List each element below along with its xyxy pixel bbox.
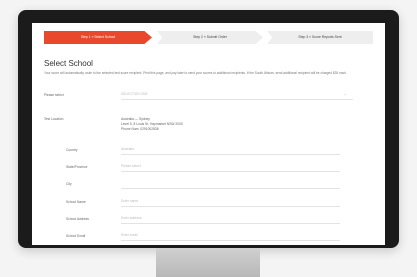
step-submit-order[interactable]: Step 2 » Submit Order: [157, 31, 263, 44]
state-input[interactable]: Please select: [121, 161, 340, 172]
progress-steps: Step 1 » Select School Step 2 » Submit O…: [44, 31, 373, 44]
school-address-label: School Address: [66, 217, 89, 221]
monitor-stand: [156, 248, 260, 277]
school-name-input[interactable]: Enter name: [121, 196, 340, 207]
step-select-school[interactable]: Step 1 » Select School: [44, 31, 152, 44]
city-label: City: [66, 182, 72, 186]
state-label: State/Province: [66, 165, 88, 169]
sent-label: Test Location: [44, 117, 64, 121]
chevron-down-icon: ⌄: [343, 91, 347, 96]
country-label: Country: [66, 148, 78, 152]
address-line: Phone Num: 0291002838: [121, 127, 159, 131]
school-email-label: School Email: [66, 234, 86, 238]
page-title: Select School: [44, 59, 93, 68]
country-input[interactable]: Australia: [121, 144, 340, 155]
school-email-input[interactable]: Enter email: [121, 230, 340, 241]
step-score-reports-sent[interactable]: Step 3 » Score Reports Sent: [267, 31, 373, 44]
select-value: SELECTION ONE: [121, 92, 148, 96]
school-address-input[interactable]: Enter address: [121, 213, 340, 224]
monitor-frame: Step 1 » Select School Step 2 » Submit O…: [18, 10, 399, 248]
school-name-label: School Name: [66, 200, 86, 204]
select-label: Please select: [44, 93, 64, 97]
screen: Step 1 » Select School Step 2 » Submit O…: [32, 23, 385, 245]
address-block: Australia — Sydney Level 5, 8 Louis St, …: [121, 117, 183, 132]
city-input[interactable]: [121, 178, 340, 189]
intro-text: Your score will automatically route to t…: [44, 71, 347, 75]
school-select[interactable]: SELECTION ONE ⌄: [121, 89, 353, 100]
